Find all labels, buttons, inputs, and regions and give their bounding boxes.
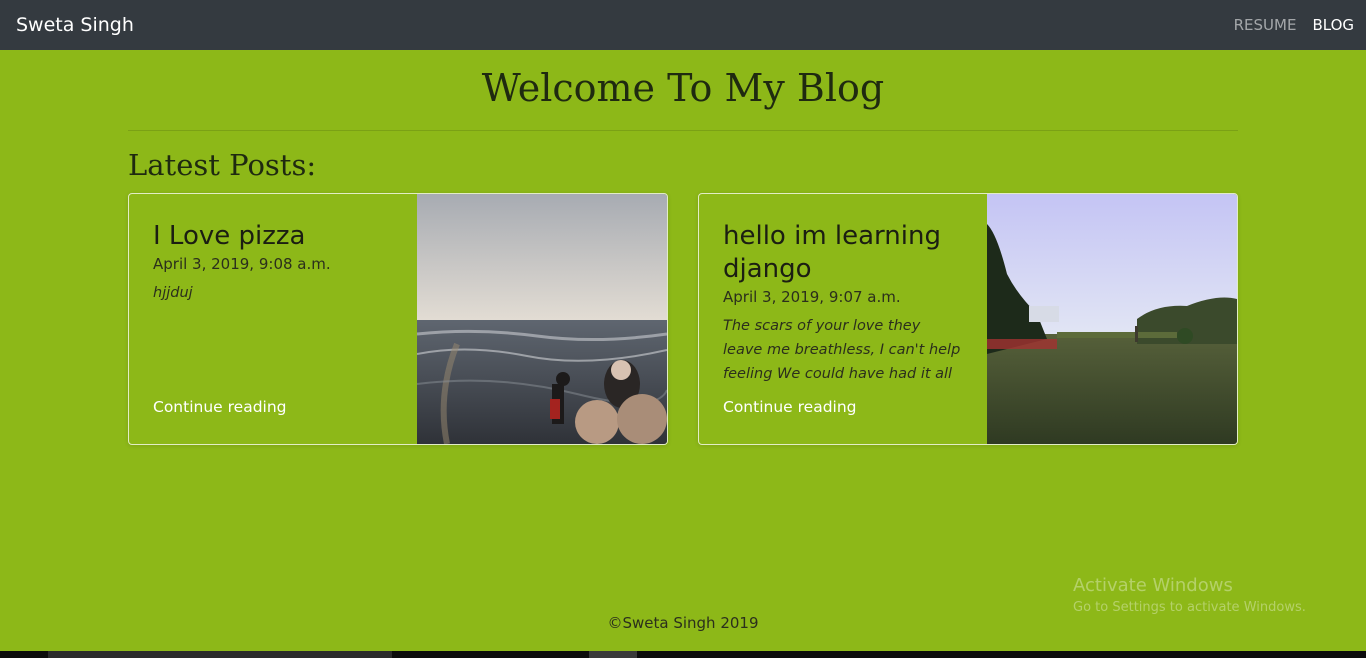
post-date: April 3, 2019, 9:07 a.m. <box>723 288 901 306</box>
nav-link-blog[interactable]: BLOG <box>1312 16 1354 34</box>
nav-link-resume[interactable]: RESUME <box>1234 16 1297 34</box>
park-photo <box>987 194 1237 444</box>
post-card: I Love pizza April 3, 2019, 9:08 a.m. hj… <box>128 193 668 445</box>
divider <box>128 130 1238 131</box>
brand-link[interactable]: Sweta Singh <box>16 14 134 36</box>
watermark-title: Activate Windows <box>1073 575 1233 596</box>
continue-reading-link[interactable]: Continue reading <box>723 398 857 416</box>
taskbar <box>0 651 1366 658</box>
post-card: hello im learning django April 3, 2019, … <box>698 193 1238 445</box>
post-card-body: hello im learning django April 3, 2019, … <box>699 194 987 444</box>
footer-copyright: ©Sweta Singh 2019 <box>607 614 759 632</box>
windows-activation-watermark: Activate Windows Go to Settings to activ… <box>1073 574 1306 618</box>
beach-photo <box>417 194 667 444</box>
page-title: Welcome To My Blog <box>481 66 885 110</box>
post-title: hello im learning django <box>723 221 941 284</box>
post-title: I Love pizza <box>153 221 306 251</box>
section-title: Latest Posts: <box>128 148 317 182</box>
post-excerpt: The scars of your love they leave me bre… <box>723 318 961 382</box>
nav-links: RESUME BLOG <box>1234 16 1354 34</box>
watermark-subtitle: Go to Settings to activate Windows. <box>1073 600 1306 615</box>
post-date: April 3, 2019, 9:08 a.m. <box>153 255 331 273</box>
post-excerpt: hjjduj <box>153 285 193 301</box>
taskbar-item[interactable] <box>48 651 392 658</box>
taskbar-item[interactable] <box>589 651 637 658</box>
continue-reading-link[interactable]: Continue reading <box>153 398 287 416</box>
navbar: Sweta Singh RESUME BLOG <box>0 0 1366 50</box>
post-card-body: I Love pizza April 3, 2019, 9:08 a.m. hj… <box>129 194 417 444</box>
